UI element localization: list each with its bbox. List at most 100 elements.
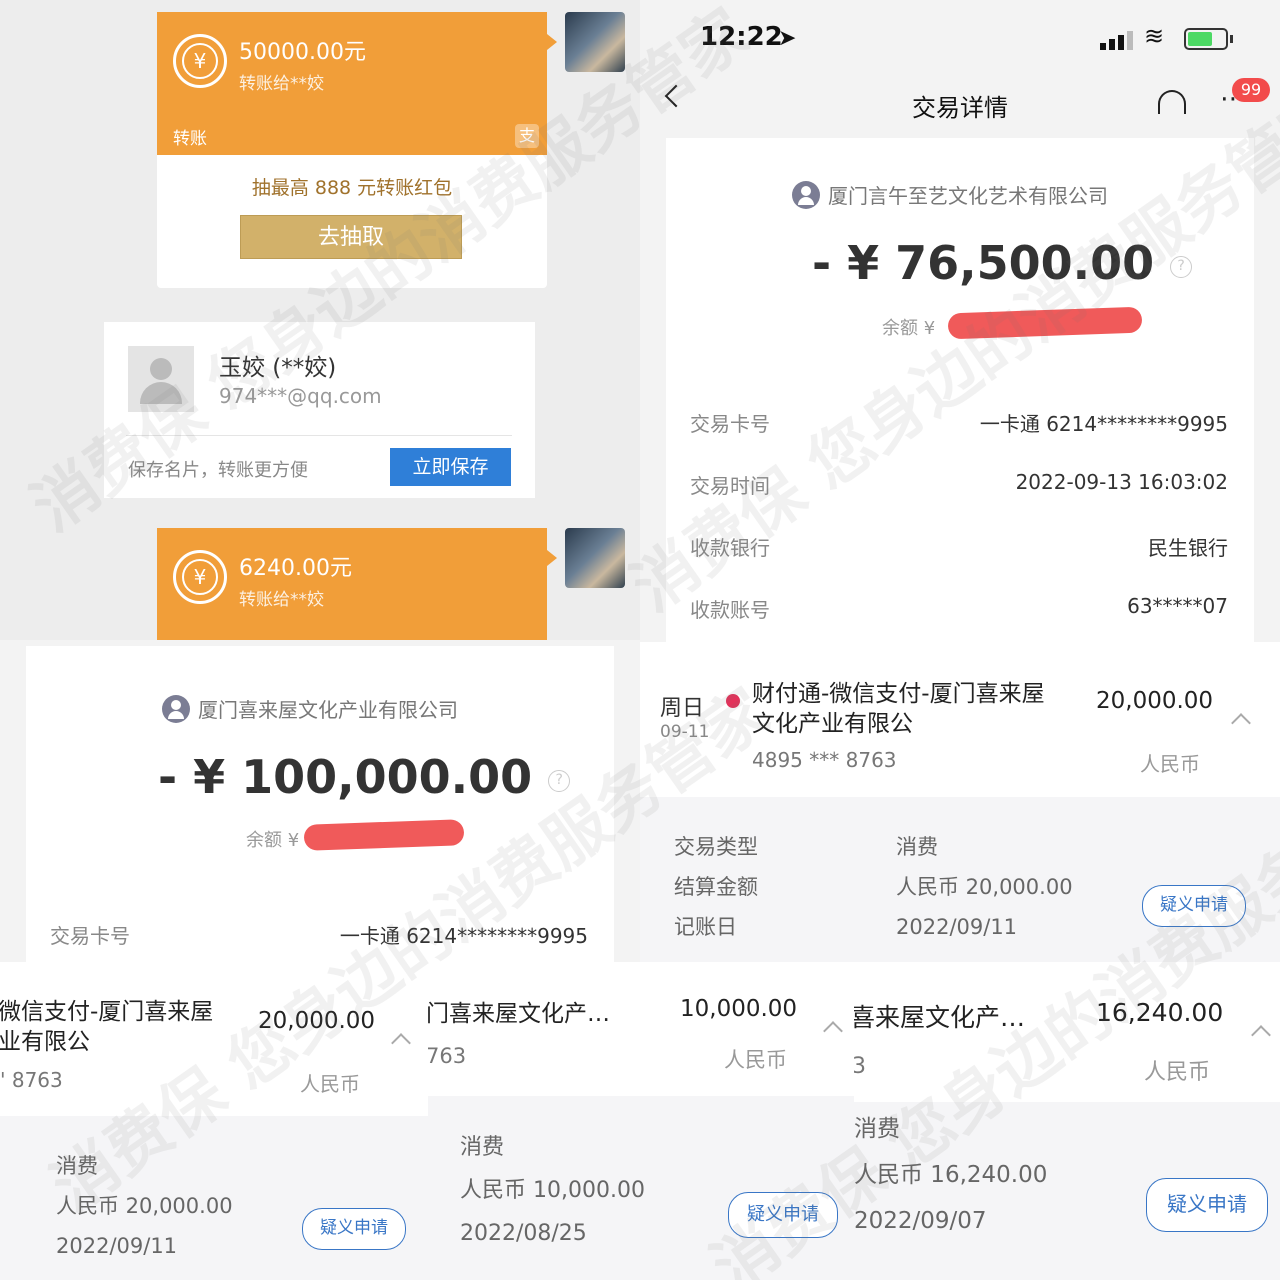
save-contact-button[interactable]: 立即保存 [390,448,511,486]
card-number: 3 [854,1054,866,1079]
statement-row[interactable]: 门喜来屋文化产… 763 10,000.00 人民币 [428,962,854,1096]
transaction-amount: - ¥ 76,500.00 [812,236,1155,290]
transfer-amount: 50000.00元 [239,40,366,65]
chevron-up-icon[interactable] [1251,1025,1271,1045]
statement-details: 交易类型 结算金额 记账日 消费 人民币 20,000.00 2022/09/1… [640,797,1280,962]
statement-amount: 20,000.00 [258,1008,376,1034]
date-short: 09-11 [660,722,710,742]
status-time: 12:22 [700,22,783,52]
notification-badge: 99 [1232,78,1270,102]
transfer-card-2[interactable]: ¥ 6240.00元 转账给**姣 [157,528,547,640]
wifi-icon: ≋ [1144,22,1165,50]
currency: 人民币 [1144,1060,1211,1085]
transfer-recipient: 转账给**姣 [239,590,324,610]
signal-icon [1100,30,1138,50]
dispute-button[interactable]: 疑义申请 [1146,1178,1268,1232]
transaction-detail-panel: 12:22 ➤ ≋ 交易详情 ⋯ 99 厦门言午至艺文化艺术有限公司 - ¥ 7… [640,0,1280,642]
row-label: 收款账号 [690,598,770,622]
row-value: 2022-09-13 16:03:02 [1015,470,1228,494]
type-value: 消费 [854,1116,900,1142]
statement-amount: 10,000.00 [680,996,798,1022]
chevron-up-icon[interactable] [823,1021,843,1041]
bubble-tail [547,550,557,566]
redaction-mark [947,306,1143,340]
chevron-up-icon[interactable] [1231,713,1251,733]
dispute-button[interactable]: 疑义申请 [302,1208,406,1250]
chevron-up-icon[interactable] [391,1033,411,1053]
statement-details: 消费 人民币 20,000.00 2022/09/11 疑义申请 [0,1116,428,1280]
avatar[interactable] [565,12,625,72]
booking-value: 2022/08/25 [460,1221,587,1246]
detail-labels: 交易类型 结算金额 记账日 [674,827,758,947]
payee-icon [162,694,190,723]
chat-panel: ¥ 50000.00元 转账给**姣 转账 支 抽最高 888 元转账红包 去抽… [0,0,640,640]
transfer-coin-icon: ¥ [173,550,227,604]
statement-details: 消费 人民币 10,000.00 2022/08/25 疑义申请 [428,1096,854,1280]
location-arrow-icon: ➤ [778,26,797,51]
row-label: 交易时间 [690,474,770,498]
row-value: 民生银行 [1148,536,1228,560]
merchant-line1: 喜来屋文化产… [854,1003,1026,1032]
draw-button[interactable]: 去抽取 [240,215,462,259]
statement-row[interactable]: 喜来屋文化产… 3 16,240.00 人民币 [854,962,1280,1102]
type-value: 消费 [460,1135,505,1160]
statement-row[interactable]: 微信支付-厦门喜来屋 业有限公 ' 8763 20,000.00 人民币 [0,962,428,1116]
transaction-detail-panel-2: 厦门喜来屋文化产业有限公司 - ¥ 100,000.00 ? 余额 ¥ 交易卡号… [0,640,640,962]
merchant-line2: 文化产业有限公 [752,711,913,737]
statement-crop-1: 微信支付-厦门喜来屋 业有限公 ' 8763 20,000.00 人民币 消费 … [0,962,428,1280]
statement-details: 消费 人民币 16,240.00 2022/09/07 疑义申请 [854,1102,1280,1280]
promo-card: 抽最高 888 元转账红包 去抽取 [157,155,547,288]
settle-label: 结算金额 [674,875,758,899]
transfer-card-1[interactable]: ¥ 50000.00元 转账给**姣 转账 支 [157,12,547,155]
row-label: 收款银行 [690,536,770,560]
amount-row: - ¥ 76,500.00 ? [812,236,1193,290]
statement-amount: 20,000.00 [1096,688,1214,714]
detail-values: 消费 人民币 16,240.00 2022/09/07 [854,1106,1047,1244]
transfer-recipient: 转账给**姣 [239,74,324,94]
help-icon[interactable]: ? [548,769,571,792]
row-value: 一卡通 6214********9995 [979,412,1228,436]
contact-name: 玉姣 (**姣) [219,355,337,381]
battery-icon [1184,28,1233,50]
settle-value: 人民币 20,000.00 [896,875,1073,899]
statement-row[interactable]: 周日 09-11 财付通-微信支付-厦门喜来屋 文化产业有限公 4895 ***… [640,642,1280,797]
payee-row: 厦门喜来屋文化产业有限公司 [162,694,458,723]
transaction-amount: - ¥ 100,000.00 [158,750,533,804]
transfer-amount: 6240.00元 [239,556,352,581]
row-label: 交易卡号 [690,412,770,436]
currency: 人民币 [300,1072,360,1096]
redaction-mark [303,819,465,851]
settle-value: 人民币 20,000.00 [56,1194,233,1218]
settle-value: 人民币 16,240.00 [854,1162,1048,1188]
payee-name: 厦门喜来屋文化产业有限公司 [198,698,458,722]
amount-row: - ¥ 100,000.00 ? [158,750,571,804]
detail-values: 消费 人民币 20,000.00 2022/09/11 [896,827,1073,947]
dispute-button[interactable]: 疑义申请 [1142,885,1246,927]
save-hint: 保存名片，转账更方便 [128,460,308,481]
divider [126,435,512,436]
help-icon[interactable]: ? [1170,255,1193,278]
statement-amount: 16,240.00 [1096,998,1224,1027]
weekday: 周日 [660,696,705,721]
booking-value: 2022/09/11 [896,915,1018,939]
category-dot [726,694,740,708]
contact-card[interactable]: 玉姣 (**姣) 974***@qq.com 保存名片，转账更方便 立即保存 [104,322,535,498]
merchant-line1: 财付通-微信支付-厦门喜来屋 [752,681,1045,707]
dispute-button[interactable]: 疑义申请 [728,1192,838,1238]
balance-label: 余额 ¥ [882,318,936,339]
payee-name: 厦门言午至艺文化艺术有限公司 [828,184,1108,208]
headset-icon[interactable] [1158,90,1186,114]
avatar[interactable] [565,528,625,588]
statement-crop-2: 门喜来屋文化产… 763 10,000.00 人民币 消费 人民币 10,000… [428,962,854,1280]
settle-value: 人民币 10,000.00 [460,1178,645,1203]
payee-icon [792,180,820,209]
promo-text: 抽最高 888 元转账红包 [251,177,453,199]
type-value: 消费 [896,835,938,859]
contact-avatar-icon [128,346,194,412]
merchant-line1: 微信支付-厦门喜来屋 [0,999,214,1025]
type-value: 消费 [56,1154,98,1178]
payee-row: 厦门言午至艺文化艺术有限公司 [792,180,1108,209]
currency: 人民币 [724,1048,787,1072]
card-number: 763 [428,1044,467,1068]
card-number: ' 8763 [0,1068,63,1092]
